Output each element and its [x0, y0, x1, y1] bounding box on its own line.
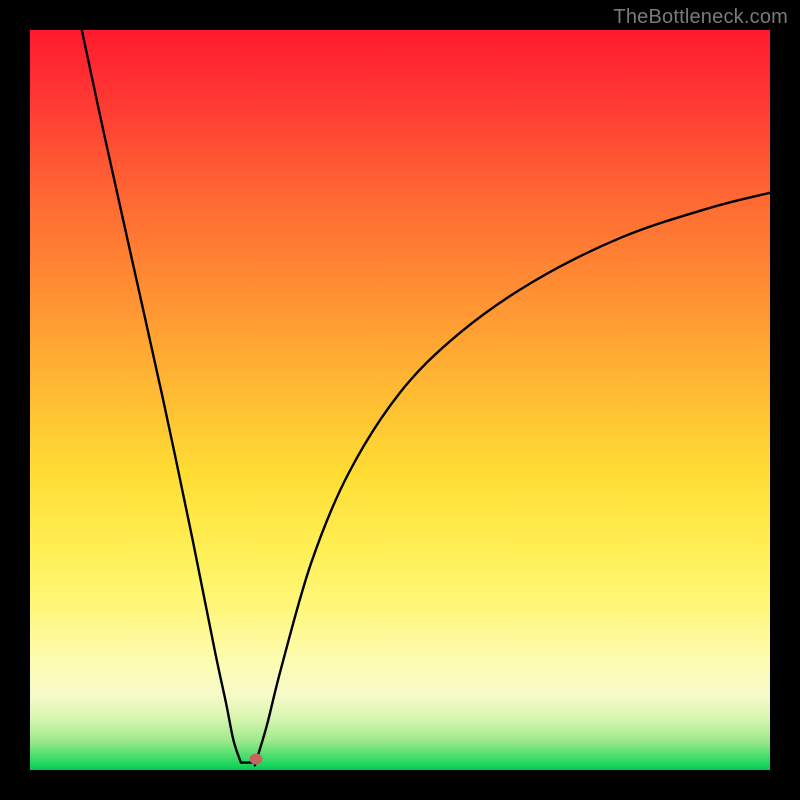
- watermark-text: TheBottleneck.com: [613, 6, 788, 29]
- bottleneck-curve: [30, 30, 770, 770]
- min-point-marker: [249, 753, 262, 764]
- chart-plot-area: [30, 30, 770, 770]
- curve-path: [82, 30, 770, 765]
- chart-frame: TheBottleneck.com: [0, 0, 800, 800]
